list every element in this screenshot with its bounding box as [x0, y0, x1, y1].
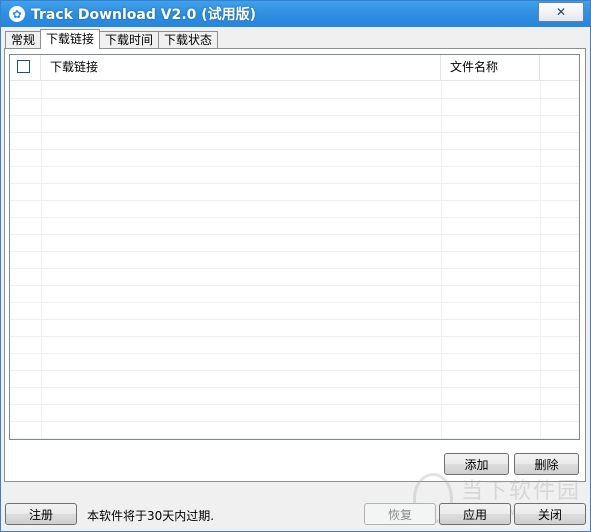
apply-button[interactable]: 应用 [439, 503, 511, 525]
grid-column-line [540, 81, 541, 439]
grid-row-line [10, 183, 579, 184]
grid-row-line [10, 98, 579, 99]
register-button[interactable]: 注册 [5, 503, 77, 525]
tab-bar: 常规 下载链接 下载时间 下载状态 [5, 29, 219, 49]
grid-row-line [10, 115, 579, 116]
tab-download-status[interactable]: 下载状态 [158, 31, 219, 48]
app-logo-icon: ✿ [9, 6, 25, 22]
grid-row-line [10, 200, 579, 201]
close-icon: ✕ [555, 5, 567, 19]
grid-row-line [10, 336, 579, 337]
grid-row-line [10, 353, 579, 354]
grid-row-line [10, 404, 579, 405]
app-window: ✿ Track Download V2.0 (试用版) ✕ 常规 下载链接 下载… [0, 0, 591, 532]
list-body[interactable] [10, 81, 579, 439]
delete-button[interactable]: 删除 [514, 453, 579, 475]
grid-row-line [10, 268, 579, 269]
download-link-list[interactable]: 下载链接 文件名称 [9, 54, 580, 440]
grid-row-line [10, 319, 579, 320]
grid-row-line [10, 285, 579, 286]
tab-panel-download-links: 下载链接 文件名称 添加 删除 [4, 48, 586, 482]
grid-row-line [10, 166, 579, 167]
window-close-button[interactable]: ✕ [538, 2, 584, 22]
tab-download-time[interactable]: 下载时间 [99, 31, 160, 48]
select-all-checkbox[interactable] [17, 60, 30, 73]
tab-general[interactable]: 常规 [5, 31, 42, 48]
grid-row-line [10, 217, 579, 218]
header-download-link[interactable]: 下载链接 [41, 55, 441, 80]
window-title: Track Download V2.0 (试用版) [31, 7, 257, 23]
header-filler [540, 55, 579, 80]
grid-row-line [10, 438, 579, 439]
grid-row-line [10, 149, 579, 150]
add-button[interactable]: 添加 [444, 453, 509, 475]
header-file-name[interactable]: 文件名称 [441, 55, 540, 80]
grid-row-line [10, 234, 579, 235]
trial-status-text: 本软件将于30天内过期. [87, 509, 215, 523]
close-button[interactable]: 关闭 [514, 503, 586, 525]
grid-column-line [41, 81, 42, 439]
tab-download-links[interactable]: 下载链接 [40, 29, 101, 49]
header-select-column [10, 55, 41, 80]
grid-row-line [10, 387, 579, 388]
restore-button[interactable]: 恢复 [364, 503, 436, 525]
grid-row-line [10, 421, 579, 422]
grid-row-line [10, 251, 579, 252]
list-header: 下载链接 文件名称 [10, 55, 579, 81]
grid-row-line [10, 302, 579, 303]
grid-column-line [441, 81, 442, 439]
grid-row-line [10, 370, 579, 371]
title-bar[interactable]: ✿ Track Download V2.0 (试用版) ✕ [1, 1, 590, 27]
grid-row-line [10, 132, 579, 133]
